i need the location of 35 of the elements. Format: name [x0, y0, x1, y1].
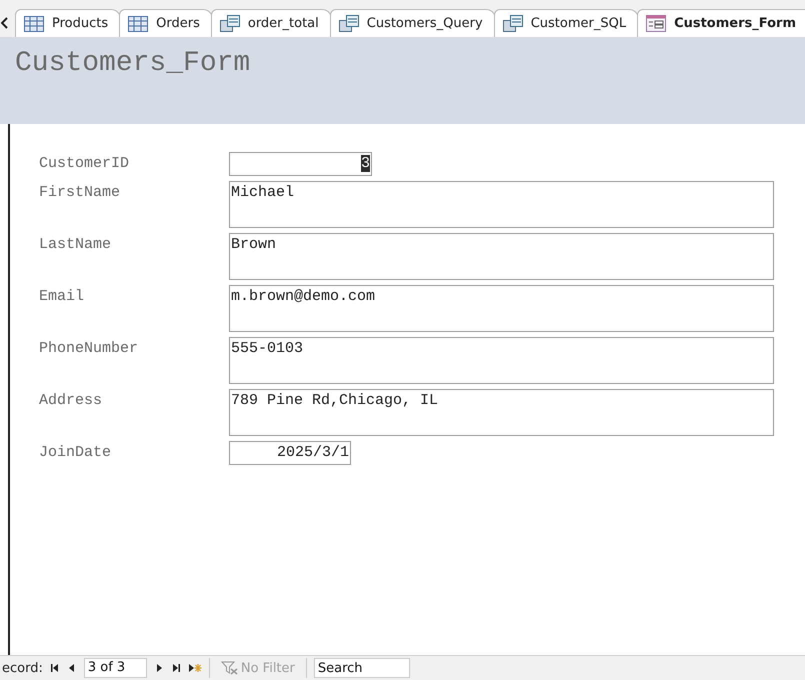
- field-label: CustomerID: [39, 154, 130, 174]
- document-tab[interactable]: Customers_Form: [637, 9, 805, 37]
- text-field[interactable]: Michael: [229, 181, 774, 228]
- last-record-icon[interactable]: [170, 663, 181, 673]
- first-record-icon[interactable]: [50, 663, 60, 673]
- field-label: Address: [39, 391, 104, 411]
- text-field[interactable]: 555-0103: [229, 337, 774, 384]
- field-label: LastName: [39, 235, 112, 255]
- document-tab[interactable]: Customers_Query: [330, 9, 496, 37]
- filter-icon: [220, 661, 239, 675]
- text-field[interactable]: m.brown@demo.com: [229, 285, 774, 332]
- search-field[interactable]: Search: [314, 658, 410, 678]
- text-field[interactable]: Brown: [229, 233, 774, 280]
- document-tab[interactable]: Customer_SQL: [494, 9, 640, 37]
- field-label: JoinDate: [39, 443, 112, 463]
- field-label: PhoneNumber: [39, 339, 140, 359]
- document-tab[interactable]: Products: [15, 9, 122, 37]
- query-icon: [502, 15, 523, 32]
- new-record-icon[interactable]: [188, 663, 202, 673]
- table-icon: [24, 16, 44, 32]
- form-icon: [646, 15, 666, 32]
- table-icon: [128, 16, 148, 32]
- text-field[interactable]: 789 Pine Rd,Chicago, IL: [229, 389, 774, 436]
- document-tab[interactable]: Orders: [119, 9, 213, 37]
- record-label: ecord:: [2, 660, 43, 676]
- form-title: Customers_Form: [15, 48, 250, 79]
- query-icon: [220, 15, 240, 32]
- text-field[interactable]: 2025/3/1: [229, 441, 351, 465]
- query-icon: [338, 15, 359, 32]
- field-label: FirstName: [39, 183, 122, 203]
- document-tab[interactable]: order_total: [210, 9, 332, 37]
- previous-record-icon[interactable]: [66, 663, 77, 673]
- record-position-field[interactable]: 3 of 3: [84, 658, 147, 678]
- field-label: Email: [39, 287, 86, 307]
- text-field[interactable]: 3: [229, 152, 372, 176]
